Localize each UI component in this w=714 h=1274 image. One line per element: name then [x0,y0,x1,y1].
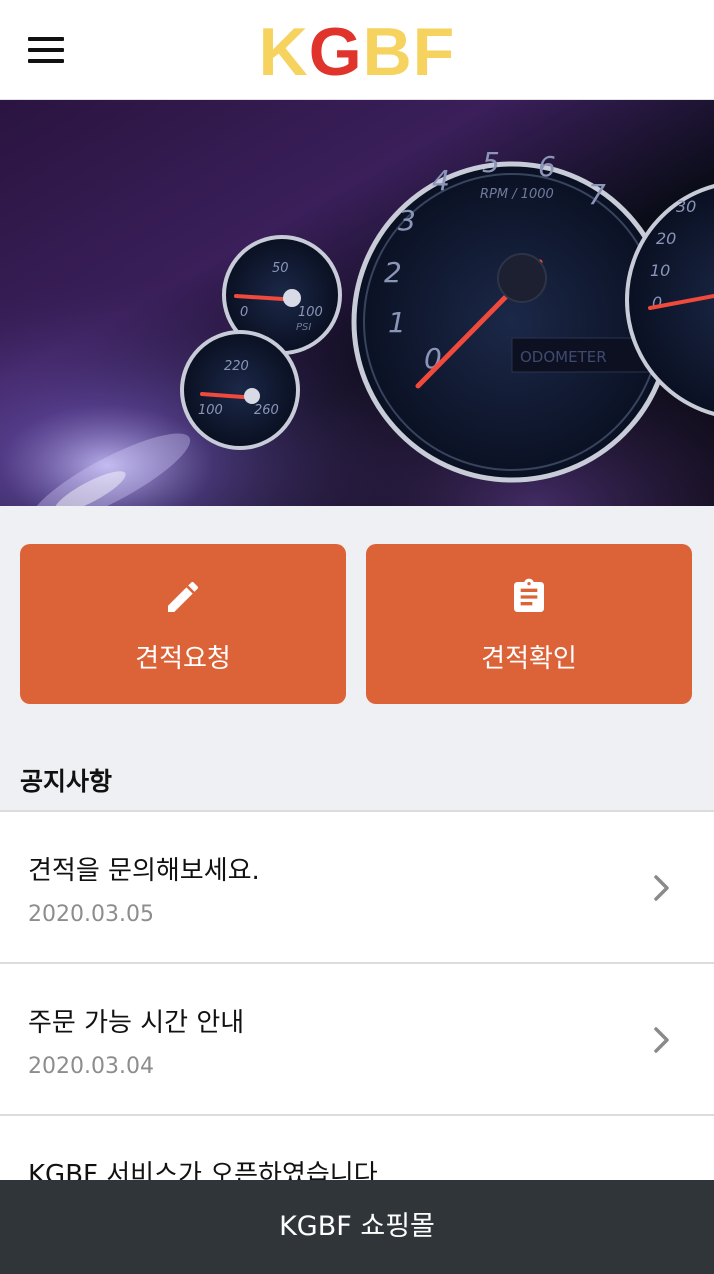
notice-title: 주문 가능 시간 안내 [28,1008,245,1038]
tach-tick-1: 1 [388,306,406,339]
odometer-label: ODOMETER [520,348,607,366]
notice-title: 견적을 문의해보세요. [28,856,260,886]
clipboard-icon [514,578,544,612]
dashboard-gauges-image: 0 1 2 3 4 5 6 7 RPM / 1000 ODOMETER 30 2… [0,100,714,506]
tach-tick-6: 6 [538,150,556,183]
right-gauge-tick-10: 10 [650,261,670,280]
pencil-icon [168,581,199,612]
temp-tick-260: 260 [254,403,279,418]
notice-item[interactable]: 견적을 문의해보세요. 2020.03.05 [0,812,714,964]
tach-tick-7: 7 [588,178,606,211]
chevron-right-icon [654,1027,669,1053]
tach-tick-2: 2 [384,256,402,289]
chevron-right-icon [654,875,669,901]
tach-unit-label: RPM / 1000 [480,187,554,202]
estimate-request-button[interactable]: 견적요청 [20,544,346,704]
notice-date: 2020.03.05 [28,902,154,927]
kgbf-logo[interactable]: KGBF [0,14,714,90]
right-gauge-tick-20: 20 [656,229,676,248]
tach-tick-4: 4 [432,164,450,197]
tach-tick-5: 5 [482,146,500,179]
psi-unit-label: PSI [296,322,311,333]
shopping-mall-bar[interactable]: KGBF 쇼핑몰 [0,1180,714,1274]
hero-banner: 0 1 2 3 4 5 6 7 RPM / 1000 ODOMETER 30 2… [0,100,714,506]
temp-tick-100: 100 [198,403,223,418]
quick-actions: 견적요청 견적확인 [20,544,692,704]
right-gauge-tick-30: 30 [676,197,696,216]
tach-tick-3: 3 [398,204,416,237]
estimate-confirm-label: 견적확인 [481,644,577,674]
psi-tick-0: 0 [240,305,248,320]
notice-date: 2020.03.04 [28,1054,154,1079]
notice-section-title: 공지사항 [20,767,113,796]
estimate-confirm-button[interactable]: 견적확인 [366,544,692,704]
psi-tick-100: 100 [298,305,323,320]
notice-item[interactable]: 주문 가능 시간 안내 2020.03.04 [0,964,714,1116]
psi-tick-50: 50 [272,261,289,276]
app-header: KGBF [0,0,714,100]
temp-tick-220: 220 [224,359,249,374]
estimate-request-label: 견적요청 [135,644,231,674]
